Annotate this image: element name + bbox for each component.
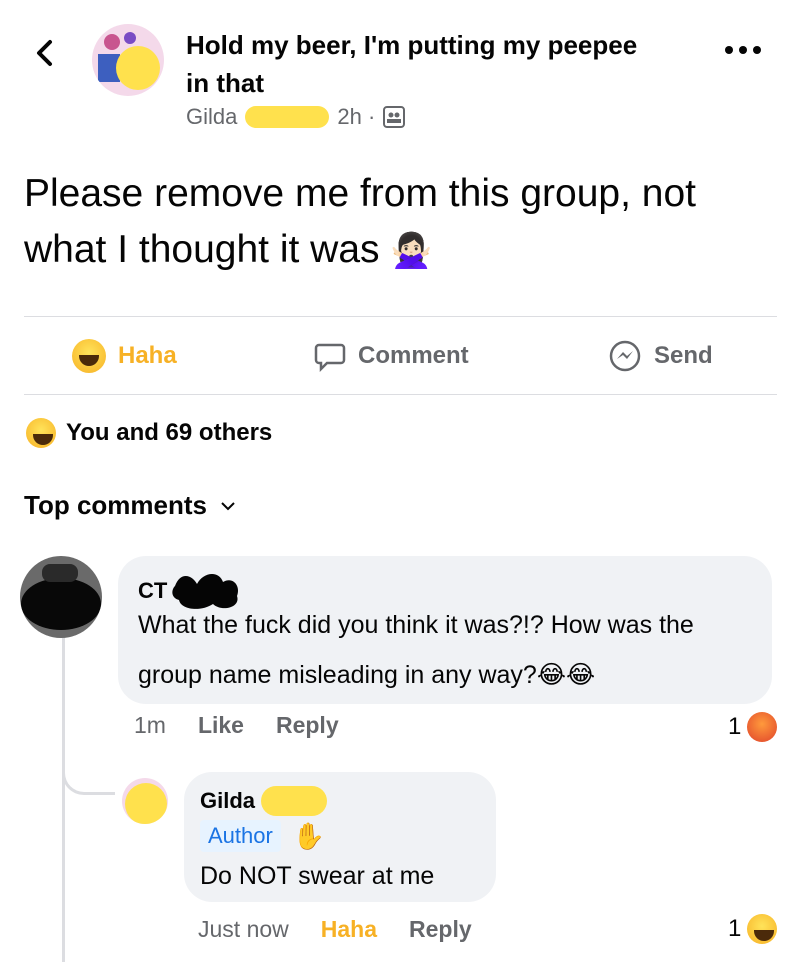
commenter-avatar[interactable] <box>20 556 102 638</box>
comment-text: What the fuck did you think it was?!? Ho… <box>138 611 694 689</box>
reply-button[interactable]: Reply <box>409 916 472 943</box>
haha-icon <box>747 914 778 944</box>
divider-bottom <box>24 394 777 395</box>
reactions-summary[interactable]: You and 69 others <box>26 418 272 448</box>
comment-icon <box>314 343 346 372</box>
name-redaction <box>245 106 330 128</box>
chevron-down-icon <box>221 501 235 510</box>
comment-reaction-count[interactable]: 1 <box>728 712 778 742</box>
reply-reaction-count[interactable]: 1 <box>728 914 778 944</box>
comment-button[interactable]: Comment <box>314 334 469 378</box>
comment-bubble: CT What the fuck did you think it was?!?… <box>118 556 772 704</box>
reply-button[interactable]: Reply <box>276 712 339 739</box>
angry-icon <box>747 712 778 742</box>
post-time[interactable]: 2h · <box>337 104 375 130</box>
post-meta: Gilda 2h · <box>186 104 406 130</box>
like-button[interactable]: Like <box>198 712 244 739</box>
author-name[interactable]: Gilda <box>186 104 237 130</box>
haha-icon <box>26 418 56 448</box>
comment-time[interactable]: 1m <box>134 712 166 739</box>
reply-text: Do NOT swear at me <box>200 862 435 890</box>
reply-actions: Just now Haha Reply <box>198 916 472 943</box>
group-name[interactable]: Hold my beer, I'm putting my peepee in t… <box>186 26 646 102</box>
author-badge-row: Author ✋ <box>200 820 325 852</box>
haha-reaction-button[interactable]: Haha <box>321 916 377 943</box>
more-dots-icon <box>725 46 733 54</box>
back-button[interactable] <box>30 38 60 68</box>
reply-bubble: Gilda Author ✋ Do NOT swear at me <box>184 772 496 902</box>
thread-branch <box>62 760 115 795</box>
members-icon <box>383 106 406 128</box>
divider-top <box>24 316 777 317</box>
haha-button[interactable]: Haha <box>72 334 177 378</box>
comment-actions: 1m Like Reply <box>134 712 339 739</box>
thread-line <box>62 632 65 962</box>
reply-avatar[interactable] <box>122 778 168 824</box>
author-badge: Author <box>200 820 281 852</box>
messenger-send-icon <box>609 340 641 372</box>
reply-author[interactable]: Gilda <box>200 786 328 816</box>
send-button[interactable]: Send <box>608 334 713 378</box>
group-avatar[interactable] <box>92 24 164 96</box>
waving-hand-icon: ✋ <box>292 820 326 851</box>
haha-icon <box>72 339 106 373</box>
reply-time[interactable]: Just now <box>198 916 289 943</box>
more-options-button[interactable] <box>718 40 768 60</box>
name-redaction <box>261 786 328 816</box>
back-chevron-icon <box>37 40 52 66</box>
top-comments-filter[interactable]: Top comments <box>24 490 237 521</box>
post-emoji: 🙅🏻‍♀️ <box>390 232 433 270</box>
post-text: Please remove me from this group, not wh… <box>24 172 696 271</box>
